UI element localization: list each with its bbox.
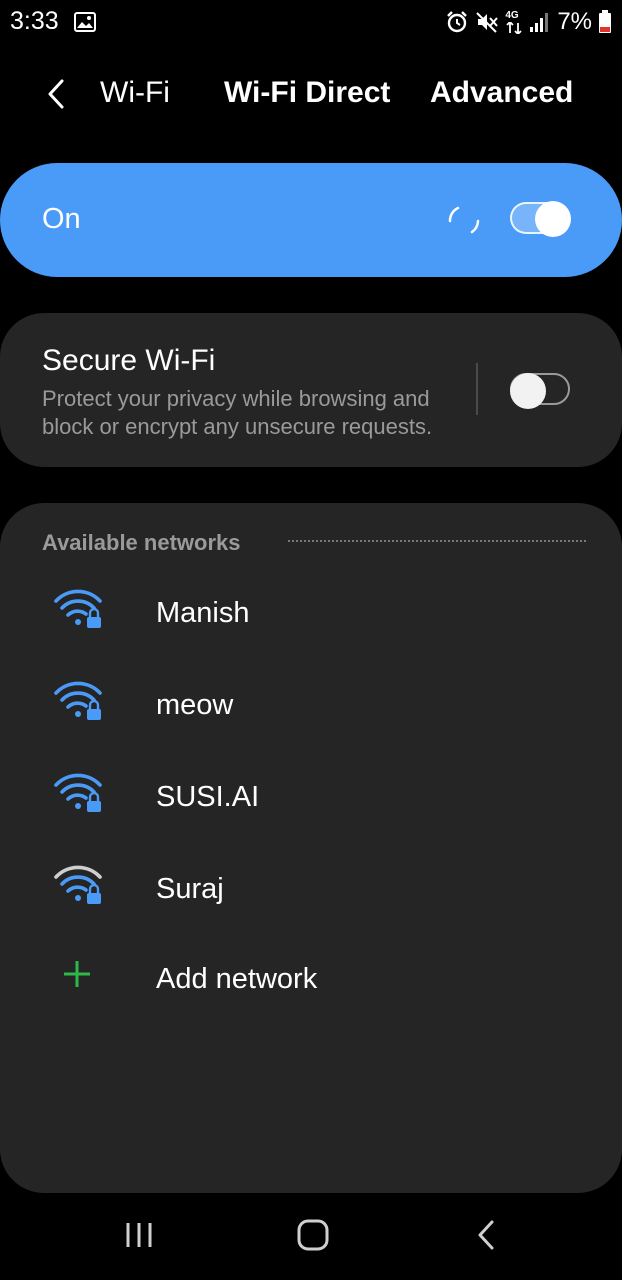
- secure-wifi-title: Secure Wi-Fi: [42, 344, 216, 377]
- back-icon[interactable]: [472, 1218, 502, 1252]
- tab-wifi-direct[interactable]: Wi-Fi Direct: [224, 76, 390, 110]
- status-bar: 3:33 4G 7%: [0, 0, 622, 46]
- wifi-on-label: On: [42, 203, 81, 235]
- battery-percent: 7%: [557, 8, 592, 35]
- tab-wifi[interactable]: Wi-Fi: [100, 76, 170, 110]
- add-network-item[interactable]: Add network: [0, 939, 622, 1019]
- recent-apps-icon[interactable]: [124, 1218, 154, 1252]
- network-name: Suraj: [156, 873, 224, 905]
- wifi-toggle[interactable]: [510, 201, 571, 237]
- available-networks-header: Available networks: [42, 530, 241, 555]
- network-name: Manish: [156, 597, 250, 629]
- home-icon[interactable]: [296, 1218, 330, 1252]
- top-navigation: Wi-Fi Wi-Fi Direct Advanced: [0, 60, 622, 130]
- secure-wifi-description: Protect your privacy while browsing and …: [42, 386, 433, 439]
- alarm-icon: [447, 11, 468, 33]
- plus-icon: [64, 961, 90, 987]
- system-navigation-bar: [0, 1196, 622, 1280]
- gallery-notification-icon: [74, 12, 96, 32]
- wifi-toggle-knob: [535, 201, 571, 237]
- network-item-susi-ai[interactable]: SUSI.AI: [0, 757, 622, 837]
- status-time: 3:33: [10, 7, 59, 35]
- secure-wifi-card[interactable]: Secure Wi-Fi Protect your privacy while …: [0, 313, 622, 467]
- signal-icon: [530, 13, 549, 32]
- network-name: meow: [156, 689, 234, 721]
- network-type-label: 4G: [505, 10, 519, 21]
- wifi-secured-full-icon: [54, 681, 102, 720]
- back-arrow-icon[interactable]: [40, 77, 74, 111]
- dotted-divider: [288, 540, 586, 542]
- vertical-divider: [476, 363, 478, 415]
- network-item-suraj[interactable]: Suraj: [0, 849, 622, 929]
- available-networks-card: Available networks Manish meow SUSI.AI S…: [0, 503, 622, 1193]
- network-item-manish[interactable]: Manish: [0, 573, 622, 653]
- wifi-master-switch-card[interactable]: On: [0, 163, 622, 277]
- scanning-spinner-icon: [448, 206, 480, 234]
- network-type-icon: 4G: [505, 10, 523, 34]
- network-item-meow[interactable]: meow: [0, 665, 622, 745]
- mute-icon: [476, 12, 499, 33]
- secure-wifi-toggle-knob: [510, 373, 546, 409]
- network-name: SUSI.AI: [156, 781, 260, 813]
- secure-wifi-toggle[interactable]: [510, 373, 570, 409]
- wifi-secured-weak-icon: [54, 865, 102, 904]
- add-network-label: Add network: [156, 963, 318, 995]
- wifi-secured-full-icon: [54, 773, 102, 812]
- tab-advanced[interactable]: Advanced: [430, 76, 573, 110]
- wifi-secured-full-icon: [54, 589, 102, 628]
- battery-low-icon: [599, 10, 611, 33]
